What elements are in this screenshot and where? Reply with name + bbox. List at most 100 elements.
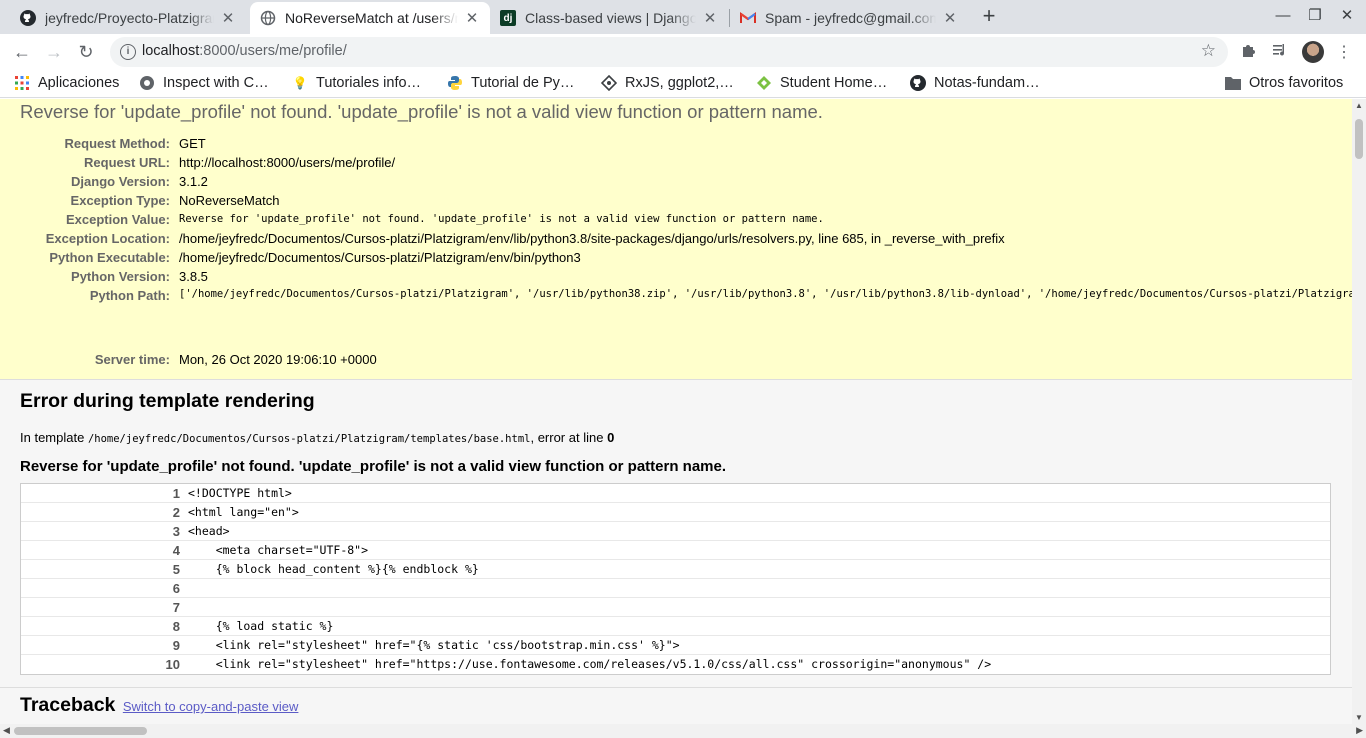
code-line: 5 {% block head_content %}{% endblock %}	[21, 560, 1330, 579]
meta-exception-type: Exception Type: NoReverseMatch	[0, 191, 1352, 210]
url-host: localhost	[142, 43, 200, 59]
traceback-section: Traceback Switch to copy-and-paste view	[0, 687, 1352, 724]
tab-noreversematch[interactable]: NoReverseMatch at /users/me/profile/ ✕	[250, 2, 490, 34]
new-tab-plus-icon[interactable]: +	[976, 4, 1002, 30]
restore-icon[interactable]: ❐	[1299, 0, 1331, 32]
close-icon[interactable]: ✕	[702, 9, 718, 27]
line-code: <html lang="en">	[188, 505, 299, 519]
meta-key: Exception Location:	[45, 231, 170, 246]
scroll-up-arrow-icon[interactable]: ▲	[1355, 101, 1363, 110]
bookmark-notas[interactable]: Notas-fundam…	[910, 75, 1040, 91]
window-close-icon[interactable]: ✕	[1331, 0, 1363, 32]
meta-key: Request URL:	[84, 155, 170, 170]
minimize-icon[interactable]: —	[1267, 0, 1299, 32]
address-url: localhost:8000/users/me/profile/	[142, 43, 347, 59]
forward-arrow-icon[interactable]: →	[40, 38, 68, 66]
bookmarks-bar: Aplicaciones Inspect with C… 💡 Tutoriale…	[0, 70, 1366, 98]
profile-avatar[interactable]	[1302, 41, 1324, 63]
line-number: 6	[21, 579, 188, 597]
meta-key: Server time:	[94, 352, 170, 367]
bookmark-other-favorites[interactable]: Otros favoritos	[1225, 75, 1343, 91]
horizontal-scrollbar[interactable]: ◀ ▶	[0, 724, 1366, 738]
switch-copy-paste-link[interactable]: Switch to copy-and-paste view	[123, 699, 299, 714]
bookmark-apps[interactable]: Aplicaciones	[14, 75, 119, 91]
tab-gmail[interactable]: Spam - jeyfredc@gmail.com ✕	[730, 2, 968, 34]
line-number: 3	[21, 522, 188, 540]
meta-server-time: Server time: Mon, 26 Oct 2020 19:06:10 +…	[0, 350, 1352, 369]
meta-value: Reverse for 'update_profile' not found. …	[179, 213, 824, 225]
scroll-down-arrow-icon[interactable]: ▼	[1355, 713, 1363, 722]
code-line: 9 <link rel="stylesheet" href="{% static…	[21, 636, 1330, 655]
line-number: 2	[21, 503, 188, 521]
back-arrow-icon[interactable]: ←	[8, 38, 36, 66]
apps-grid-icon	[14, 75, 30, 91]
menu-kebab-icon[interactable]: ⋮	[1334, 42, 1354, 62]
gmail-icon	[740, 10, 756, 26]
template-error-heading: Error during template rendering	[20, 390, 315, 412]
tab-title: Spam - jeyfredc@gmail.com	[765, 10, 936, 26]
page-viewport: Reverse for 'update_profile' not found. …	[0, 99, 1352, 724]
vertical-scrollbar[interactable]: ▲ ▼	[1352, 99, 1366, 724]
bookmark-inspect[interactable]: Inspect with C…	[139, 75, 269, 91]
meta-value: ['/home/jeyfredc/Documentos/Cursos-platz…	[179, 288, 1352, 300]
line-code: <!DOCTYPE html>	[188, 486, 292, 500]
code-line: 3 <head>	[21, 522, 1330, 541]
media-control-icon[interactable]	[1270, 42, 1290, 63]
meta-value: 3.1.2	[179, 174, 208, 189]
bookmark-student-home[interactable]: Student Home…	[756, 75, 887, 91]
line-code: {% load static %}	[188, 619, 334, 633]
meta-key: Exception Type:	[70, 193, 170, 208]
address-bar[interactable]: i localhost:8000/users/me/profile/ ☆	[110, 37, 1228, 67]
bookmark-label: RxJS, ggplot2,…	[625, 75, 734, 91]
tab-github[interactable]: jeyfredc/Proyecto-Platzigram ✕	[10, 2, 246, 34]
meta-exception-location: Exception Location: /home/jeyfredc/Docum…	[0, 229, 1352, 248]
horizontal-scroll-thumb[interactable]	[14, 727, 147, 735]
vertical-scroll-thumb[interactable]	[1355, 119, 1363, 159]
scroll-right-arrow-icon[interactable]: ▶	[1356, 725, 1363, 736]
line-number: 10	[21, 655, 188, 674]
close-icon[interactable]: ✕	[220, 9, 236, 27]
meta-value: Mon, 26 Oct 2020 19:06:10 +0000	[179, 352, 377, 367]
line-number: 4	[21, 541, 188, 559]
code-line: 6	[21, 579, 1330, 598]
close-icon[interactable]: ✕	[942, 9, 958, 27]
line-number: 7	[21, 598, 188, 616]
scroll-left-arrow-icon[interactable]: ◀	[3, 725, 10, 736]
traceback-title: Traceback	[20, 694, 116, 716]
bookmark-python[interactable]: Tutorial de Py…	[447, 75, 574, 91]
line-code: <link rel="stylesheet" href="https://use…	[188, 657, 992, 671]
bookmark-rxjs[interactable]: RxJS, ggplot2,…	[601, 75, 734, 91]
meta-request-url: Request URL: http://localhost:8000/users…	[0, 153, 1352, 172]
github-icon	[20, 10, 36, 26]
template-error-message: Reverse for 'update_profile' not found. …	[20, 458, 727, 475]
globe-icon	[260, 10, 276, 26]
tab-title: NoReverseMatch at /users/me/profile/	[285, 10, 458, 26]
bookmark-label: Inspect with C…	[163, 75, 269, 91]
meta-python-version: Python Version: 3.8.5	[0, 267, 1352, 286]
extensions-puzzle-icon[interactable]	[1238, 42, 1258, 63]
meta-key: Django Version:	[71, 174, 170, 189]
line-code: <link rel="stylesheet" href="{% static '…	[188, 638, 680, 652]
meta-value: GET	[179, 136, 206, 151]
line-number: 5	[21, 560, 188, 578]
meta-django-version: Django Version: 3.1.2	[0, 172, 1352, 191]
line-code: {% block head_content %}{% endblock %}	[188, 562, 479, 576]
meta-value: http://localhost:8000/users/me/profile/	[179, 155, 396, 170]
in-template-label: In template	[20, 430, 85, 445]
template-info: In template /home/jeyfredc/Documentos/Cu…	[20, 430, 614, 445]
template-path: /home/jeyfredc/Documentos/Cursos-platzi/…	[87, 433, 531, 445]
bulb-icon: 💡	[292, 76, 308, 90]
code-line: 1 <!DOCTYPE html>	[21, 484, 1330, 503]
bookmark-star-icon[interactable]: ☆	[1201, 41, 1216, 61]
bookmark-tutoriales[interactable]: 💡 Tutoriales info…	[292, 75, 422, 91]
site-info-icon[interactable]: i	[120, 44, 136, 60]
tab-django-docs[interactable]: dj Class-based views | Django documentat…	[490, 2, 728, 34]
bookmark-label: Tutorial de Py…	[471, 75, 575, 91]
reload-icon[interactable]: ↻	[72, 38, 100, 66]
meta-python-path: Python Path: ['/home/jeyfredc/Documentos…	[0, 286, 1352, 305]
error-at-line-label: , error at line	[530, 430, 604, 445]
bookmark-label: Otros favoritos	[1249, 75, 1344, 91]
close-icon[interactable]: ✕	[464, 9, 480, 27]
line-number: 1	[21, 484, 188, 502]
bookmark-label: Aplicaciones	[38, 75, 120, 91]
